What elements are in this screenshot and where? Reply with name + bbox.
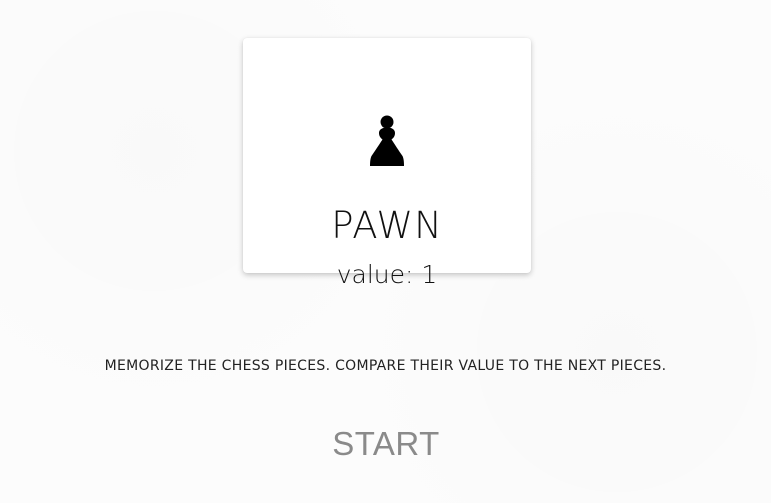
game-stage: PAWN value: 1 MEMORIZE THE CHESS PIECES.… xyxy=(0,0,771,503)
piece-name: PAWN xyxy=(331,204,443,247)
start-button[interactable]: START xyxy=(318,420,454,468)
pawn-icon xyxy=(243,114,531,166)
piece-card: PAWN value: 1 xyxy=(243,38,531,289)
piece-value: value: 1 xyxy=(336,260,438,289)
instructions-text: MEMORIZE THE CHESS PIECES. COMPARE THEIR… xyxy=(104,358,667,374)
